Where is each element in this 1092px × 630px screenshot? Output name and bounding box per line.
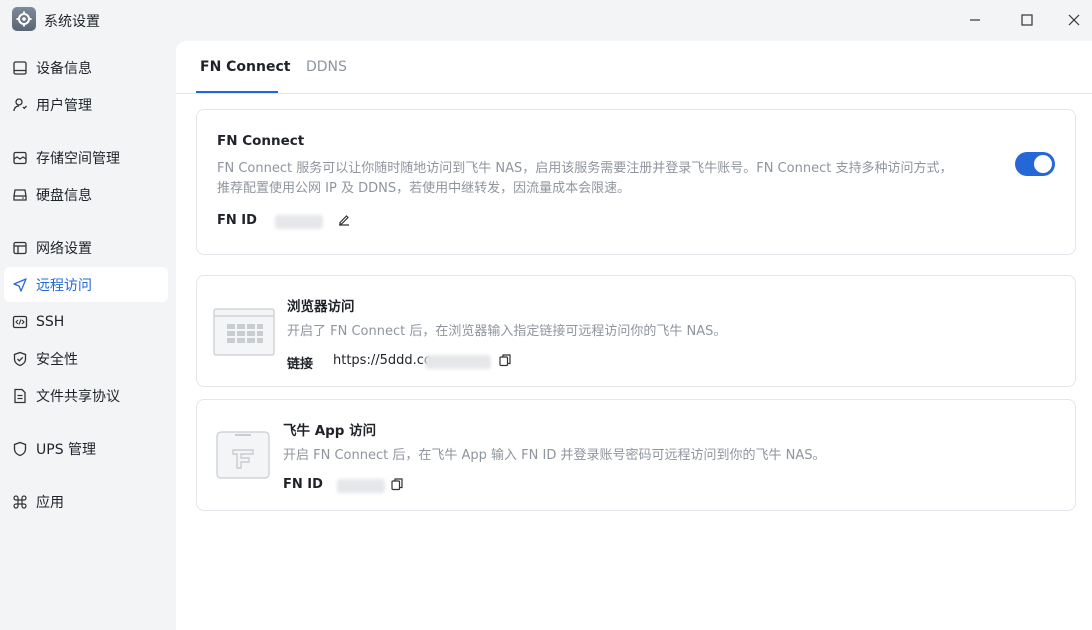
tab-ddns[interactable]: DDNS [306, 59, 347, 75]
sidebar-item-label: 用户管理 [36, 97, 92, 114]
tab-bar: FN Connect DDNS [176, 41, 1092, 94]
sidebar-item-label: 文件共享协议 [36, 388, 120, 405]
maximize-icon [1021, 14, 1033, 26]
fn-connect-desc-line2: 推荐配置使用公网 IP 及 DDNS，若使用中继转发，因流量成本会限速。 [217, 181, 631, 196]
sidebar-item-label: SSH [36, 313, 65, 330]
app-access-desc: 开启 FN Connect 后，在飞牛 App 输入 FN ID 并登录账号密码… [283, 448, 826, 463]
browser-access-desc: 开启了 FN Connect 后，在浏览器输入指定链接可远程访问你的飞牛 NAS… [287, 324, 727, 339]
link-value-redacted [425, 355, 491, 369]
user-icon [12, 97, 28, 113]
sidebar-item-remote-access[interactable]: 远程访问 [4, 267, 168, 302]
fn-connect-desc-line1: FN Connect 服务可以让你随时随地访问到飞牛 NAS，启用该服务需要注册… [217, 161, 953, 176]
app-access-card: 飞牛 App 访问 开启 FN Connect 后，在飞牛 App 输入 FN … [196, 399, 1076, 511]
browser-access-title: 浏览器访问 [287, 299, 355, 315]
settings-gear-icon [12, 7, 36, 31]
sidebar-item-file-sharing[interactable]: 文件共享协议 [4, 378, 168, 413]
sidebar-item-label: 远程访问 [36, 277, 92, 294]
sidebar-item-user-management[interactable]: 用户管理 [4, 87, 168, 122]
main-panel: FN Connect DDNS FN Connect FN Connect 服务… [176, 41, 1092, 630]
sidebar-item-label: 应用 [36, 494, 64, 511]
toggle-knob [1034, 155, 1052, 173]
sidebar-item-disk-info[interactable]: 硬盘信息 [4, 177, 168, 212]
sidebar: 设备信息 用户管理 存储空间管理 硬盘信息 网络设置 远程访问 SSH 安全性 … [0, 41, 176, 630]
copy-icon[interactable] [390, 477, 404, 491]
minimize-button[interactable] [953, 6, 997, 34]
network-icon [12, 240, 28, 256]
app-fn-id-value-redacted [337, 479, 385, 493]
fn-connect-title: FN Connect [217, 133, 305, 149]
mobile-app-icon [216, 431, 270, 479]
fn-connect-card: FN Connect FN Connect 服务可以让你随时随地访问到飞牛 NA… [196, 109, 1076, 255]
ups-shield-icon [12, 441, 28, 457]
minimize-icon [970, 19, 980, 21]
sidebar-item-label: 存储空间管理 [36, 150, 120, 167]
copy-icon[interactable] [498, 353, 512, 367]
sidebar-item-ssh[interactable]: SSH [4, 304, 168, 339]
command-icon [12, 494, 28, 510]
title-bar: 系统设置 [0, 0, 1092, 41]
close-button[interactable] [1052, 6, 1092, 34]
disk-icon [12, 187, 28, 203]
browser-access-card: 浏览器访问 开启了 FN Connect 后，在浏览器输入指定链接可远程访问你的… [196, 275, 1076, 387]
sidebar-item-network[interactable]: 网络设置 [4, 230, 168, 265]
sidebar-item-label: 硬盘信息 [36, 187, 92, 204]
sidebar-item-apps[interactable]: 应用 [4, 484, 168, 519]
active-tab-indicator [196, 91, 278, 93]
sidebar-item-ups[interactable]: UPS 管理 [4, 431, 168, 466]
device-icon [12, 60, 28, 76]
shield-icon [12, 351, 28, 367]
sidebar-item-security[interactable]: 安全性 [4, 341, 168, 376]
tab-fn-connect[interactable]: FN Connect [200, 59, 290, 75]
app-fn-id-label: FN ID [283, 477, 323, 492]
fn-id-label: FN ID [217, 213, 257, 228]
sidebar-item-label: UPS 管理 [36, 441, 97, 458]
close-icon [1068, 14, 1080, 26]
maximize-button[interactable] [1005, 6, 1049, 34]
send-icon [12, 277, 28, 293]
window-title: 系统设置 [44, 14, 100, 30]
sidebar-item-label: 安全性 [36, 351, 78, 368]
fn-id-value-redacted [275, 215, 323, 229]
code-icon [12, 314, 28, 330]
sidebar-item-label: 设备信息 [36, 60, 92, 77]
sidebar-item-storage[interactable]: 存储空间管理 [4, 140, 168, 175]
edit-icon[interactable] [337, 213, 351, 227]
storage-icon [12, 150, 28, 166]
sidebar-item-label: 网络设置 [36, 240, 92, 257]
browser-window-icon [213, 308, 275, 356]
link-label: 链接 [287, 357, 314, 372]
fn-connect-toggle[interactable] [1015, 152, 1055, 176]
app-access-title: 飞牛 App 访问 [283, 423, 377, 439]
link-value[interactable]: https://5ddd.co [333, 353, 432, 368]
sidebar-item-device-info[interactable]: 设备信息 [4, 50, 168, 85]
file-icon [12, 388, 28, 404]
